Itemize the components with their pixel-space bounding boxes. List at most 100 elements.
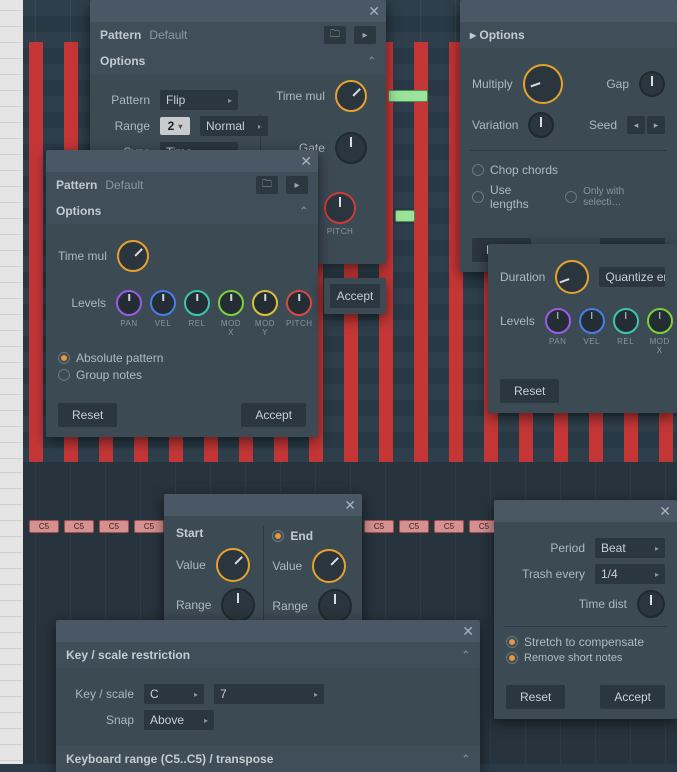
- note-c5[interactable]: C5: [134, 520, 164, 533]
- reset-button[interactable]: Reset: [506, 685, 565, 709]
- range-field-label: Range: [102, 119, 150, 133]
- level-knob-vel[interactable]: [579, 308, 605, 334]
- level-knob-pitch[interactable]: [286, 290, 312, 316]
- gate-knob[interactable]: [335, 132, 367, 164]
- period-label: Period: [506, 541, 585, 555]
- note-c5[interactable]: C5: [64, 520, 94, 533]
- accept-button[interactable]: Accept: [241, 403, 306, 427]
- pattern-value: Default: [149, 28, 316, 42]
- note-clip[interactable]: [395, 210, 415, 222]
- note-c5[interactable]: C5: [29, 520, 59, 533]
- titlebar[interactable]: ✕: [90, 0, 386, 22]
- level-knob-pan[interactable]: [545, 308, 571, 334]
- play-arrow-icon[interactable]: ▸: [286, 176, 308, 194]
- note-c5[interactable]: C5: [399, 520, 429, 533]
- pattern-header: Pattern Default 🗀 ▸: [46, 172, 318, 198]
- scale-combo[interactable]: 7▸: [214, 684, 324, 704]
- folder-icon[interactable]: 🗀: [256, 176, 278, 194]
- remove-short-notes-radio[interactable]: Remove short notes: [506, 652, 665, 664]
- group-notes-radio[interactable]: Group notes: [58, 368, 306, 382]
- level-knob-mod-x[interactable]: [647, 308, 673, 334]
- pattern-combo[interactable]: Flip▸: [160, 90, 238, 110]
- close-icon[interactable]: ✕: [344, 497, 356, 514]
- use-lengths-radio[interactable]: Use lengths: [472, 183, 553, 211]
- note-c5[interactable]: C5: [364, 520, 394, 533]
- close-icon[interactable]: ✕: [462, 623, 474, 640]
- note-clip[interactable]: [388, 90, 428, 102]
- key-scale-label: Key / scale: [68, 687, 134, 701]
- quantize-end-combo[interactable]: Quantize end: [599, 267, 665, 287]
- chop-panel: ▸ Options Multiply Gap Variation Seed ◂ …: [460, 0, 677, 272]
- gap-knob[interactable]: [639, 71, 665, 97]
- timemul-label: Time mul: [58, 249, 107, 263]
- levels-knob-row: PANVELRELMOD X: [545, 308, 673, 355]
- pattern-header: Pattern Default 🗀 ▸: [90, 22, 386, 48]
- only-with-selection-check[interactable]: Only with selecti…: [565, 186, 665, 208]
- level-knob-mod-y[interactable]: [252, 290, 278, 316]
- end-toggle[interactable]: End: [272, 529, 351, 543]
- snap-label: Snap: [68, 713, 134, 727]
- level-knob-vel[interactable]: [150, 290, 176, 316]
- radio-dot-icon: [506, 652, 518, 664]
- level-knob-mod-x[interactable]: [218, 290, 244, 316]
- chop-chords-radio[interactable]: Chop chords: [472, 163, 665, 177]
- titlebar[interactable]: ✕: [46, 150, 318, 172]
- timemul-knob[interactable]: [335, 80, 367, 112]
- options-section-header[interactable]: ▸ Options: [460, 22, 677, 48]
- pattern-label: Pattern: [56, 178, 97, 192]
- reset-button[interactable]: Reset: [500, 379, 559, 403]
- seed-prev-button[interactable]: ◂: [627, 116, 645, 134]
- accept-button[interactable]: Accept: [600, 685, 665, 709]
- seed-next-button[interactable]: ▸: [647, 116, 665, 134]
- key-scale-section-header[interactable]: Key / scale restriction⌃: [56, 642, 480, 668]
- multiply-knob[interactable]: [523, 64, 563, 104]
- folder-icon[interactable]: 🗀: [324, 26, 346, 44]
- timemul-label: Time mul: [276, 89, 325, 103]
- levels-panel-d: Duration Quantize end Levels PANVELRELMO…: [488, 244, 677, 413]
- accept-button[interactable]: Accept: [330, 284, 380, 308]
- options-section-header[interactable]: Options⌃: [46, 198, 318, 224]
- range-number[interactable]: 2▾: [160, 117, 190, 135]
- trash-every-combo[interactable]: 1/4▸: [595, 564, 665, 584]
- time-dist-label: Time dist: [506, 597, 627, 611]
- level-knob-rel[interactable]: [613, 308, 639, 334]
- duration-knob[interactable]: [555, 260, 589, 294]
- options-section-header[interactable]: Options⌃: [90, 48, 386, 74]
- keyboard-range-section-header[interactable]: Keyboard range (C5..C5) / transpose⌃: [56, 746, 480, 772]
- pitch-knob-label: PITCH: [327, 227, 354, 236]
- pitch-knob[interactable]: [324, 192, 356, 224]
- titlebar[interactable]: [460, 0, 677, 22]
- radio-dot-icon: [472, 191, 484, 203]
- level-knob-rel[interactable]: [184, 290, 210, 316]
- level-knob-pan[interactable]: [116, 290, 142, 316]
- pattern-value: Default: [105, 178, 248, 192]
- close-icon[interactable]: ✕: [368, 3, 380, 20]
- note-c5[interactable]: C5: [434, 520, 464, 533]
- absolute-pattern-radio[interactable]: Absolute pattern: [58, 351, 306, 365]
- play-arrow-icon[interactable]: ▸: [354, 26, 376, 44]
- close-icon[interactable]: ✕: [659, 503, 671, 520]
- snap-combo[interactable]: Above▸: [144, 710, 214, 730]
- timemul-knob[interactable]: [117, 240, 149, 272]
- accept-panel: Accept: [324, 278, 386, 314]
- stretch-compensate-radio[interactable]: Stretch to compensate: [506, 635, 665, 649]
- key-combo[interactable]: C▸: [144, 684, 204, 704]
- variation-knob[interactable]: [528, 112, 554, 138]
- gap-label: Gap: [606, 77, 629, 91]
- end-range-knob[interactable]: [318, 589, 352, 623]
- close-icon[interactable]: ✕: [300, 153, 312, 170]
- level-knob-label: MOD Y: [252, 319, 278, 337]
- period-combo[interactable]: Beat▸: [595, 538, 665, 558]
- titlebar[interactable]: ✕: [164, 494, 362, 516]
- range-label: Range: [272, 599, 307, 613]
- note-c5[interactable]: C5: [99, 520, 129, 533]
- titlebar[interactable]: ✕: [56, 620, 480, 642]
- range-label: Range: [176, 598, 211, 612]
- range-combo[interactable]: Normal▸: [200, 116, 268, 136]
- end-value-knob[interactable]: [312, 549, 346, 583]
- reset-button[interactable]: Reset: [58, 403, 117, 427]
- titlebar[interactable]: ✕: [494, 500, 677, 522]
- start-range-knob[interactable]: [221, 588, 255, 622]
- time-dist-knob[interactable]: [637, 590, 665, 618]
- start-value-knob[interactable]: [216, 548, 250, 582]
